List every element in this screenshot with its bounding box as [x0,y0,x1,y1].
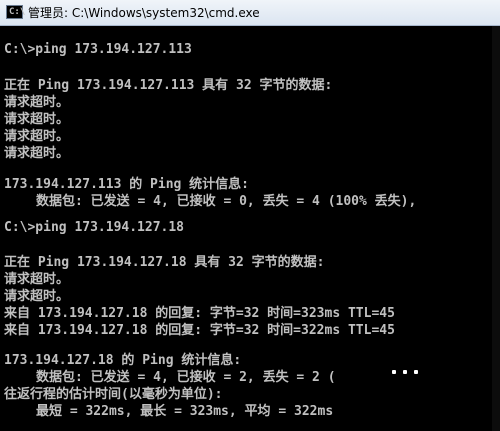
console-line: 请求超时。 [4,129,70,144]
console-line: C:\>ping 173.194.127.113 [4,42,192,57]
console-line: 请求超时。 [4,146,70,161]
console-line: 数据包: 已发送 = 4, 已接收 = 2, 丢失 = 2 ( [36,370,336,385]
console-line: 最短 = 322ms, 最长 = 323ms, 平均 = 322ms [36,404,334,419]
vertical-scrollbar[interactable] [492,26,500,431]
console-line: 请求超时。 [4,112,70,127]
watermark-dot [392,370,396,374]
console-line: 来自 173.194.127.18 的回复: 字节=32 时间=323ms TT… [4,306,395,321]
console-line: 请求超时。 [4,95,70,110]
console-line: 请求超时。 [4,289,70,304]
window-title: 管理员: C:\Windows\system32\cmd.exe [28,6,260,20]
cmd-window: C:\ 管理员: C:\Windows\system32\cmd.exe C:\… [0,0,500,431]
console-line: 往返行程的估计时间(以毫秒为单位): [4,387,223,402]
watermark-dot [403,370,407,374]
watermark-dot [414,370,418,374]
console-line: 正在 Ping 173.194.127.18 具有 32 字节的数据: [4,255,325,270]
title-bar[interactable]: C:\ 管理员: C:\Windows\system32\cmd.exe [0,0,500,26]
console-line: 173.194.127.18 的 Ping 统计信息: [4,353,242,368]
cmd-icon[interactable]: C:\ [6,5,25,19]
console-line: 来自 173.194.127.18 的回复: 字节=32 时间=322ms TT… [4,323,395,338]
console-line: 数据包: 已发送 = 4, 已接收 = 0, 丢失 = 4 (100% 丢失), [36,194,417,209]
console-output[interactable]: C:\>ping 173.194.127.113 正在 Ping 173.194… [0,26,492,431]
console-line: C:\>ping 173.194.127.18 [4,220,185,235]
console-line: 正在 Ping 173.194.127.113 具有 32 字节的数据: [4,78,333,93]
console-line: 请求超时。 [4,272,70,287]
console-line: 173.194.127.113 的 Ping 统计信息: [4,177,250,192]
